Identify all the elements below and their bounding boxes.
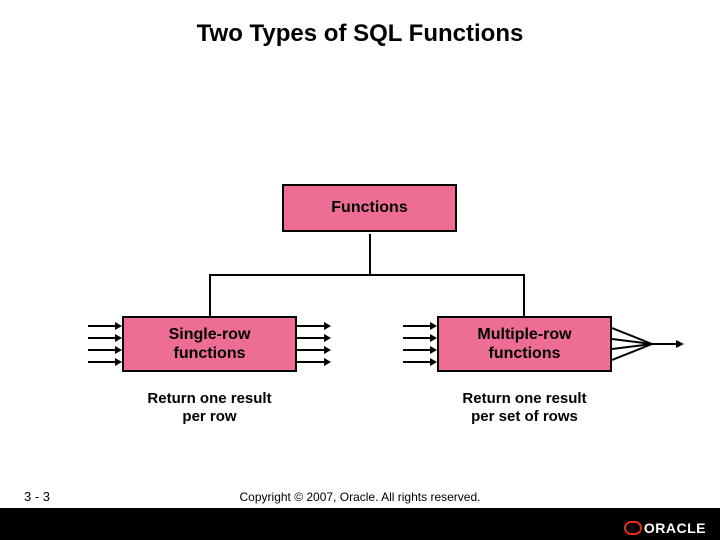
multiple-row-label-1: Multiple-row [477,325,571,344]
multiple-row-caption: Return one result per set of rows [437,390,612,426]
arrows-out-left [297,326,331,362]
slide: Two Types of SQL Functions Functions Sin… [0,0,720,540]
slide-title: Two Types of SQL Functions [0,20,720,48]
arrows-in-right [403,326,437,362]
connector-line [523,274,525,316]
caption-text: Return one result [122,390,297,408]
copyright-text: Copyright © 2007, Oracle. All rights res… [0,490,720,504]
oracle-logo: ORACLE [624,520,706,536]
connector-line [209,274,211,316]
arrows-in-left [88,326,122,362]
caption-text: Return one result [437,390,612,408]
oracle-o-icon [624,521,642,535]
multiple-row-box: Multiple-row functions [437,316,612,372]
footer-bar: ORACLE [0,508,720,540]
arrows-out-right [612,326,684,362]
single-row-label-2: functions [174,344,246,363]
functions-label: Functions [331,199,407,217]
caption-text: per row [122,408,297,426]
converge-arrow-icon [612,326,684,362]
functions-box: Functions [282,184,457,232]
single-row-caption: Return one result per row [122,390,297,426]
oracle-logo-text: ORACLE [644,520,706,536]
caption-text: per set of rows [437,408,612,426]
single-row-box: Single-row functions [122,316,297,372]
multiple-row-label-2: functions [489,344,561,363]
connector-line [369,234,371,274]
connector-line [209,274,525,276]
single-row-label-1: Single-row [169,325,251,344]
